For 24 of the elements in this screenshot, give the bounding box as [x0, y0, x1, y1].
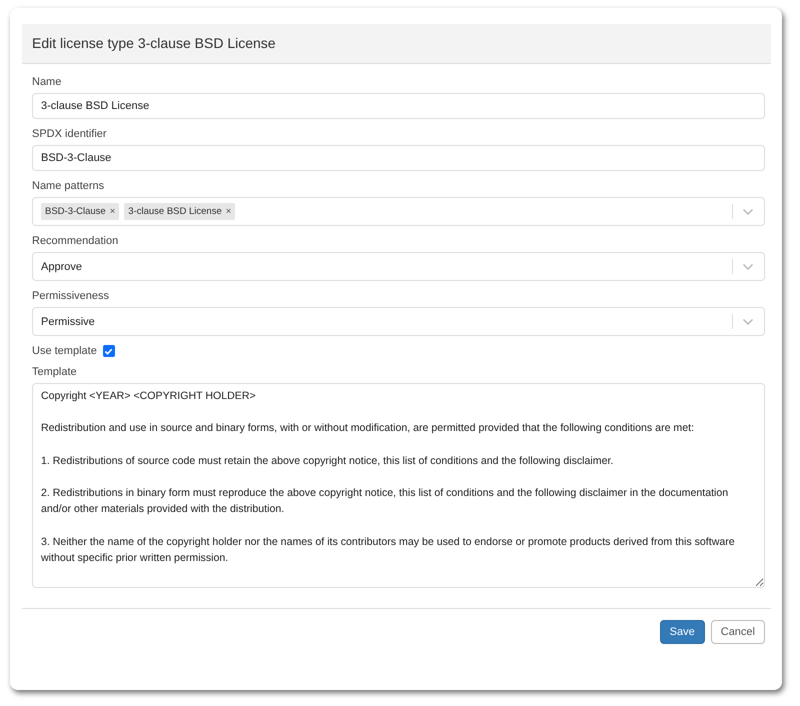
- select-field[interactable]: Permissive: [32, 307, 765, 336]
- save-button[interactable]: Save: [660, 620, 705, 644]
- dialog-title: Edit license type 3-clause BSD License: [32, 35, 276, 51]
- field-label: Permissiveness: [32, 290, 110, 302]
- remove-tag-button[interactable]: ×: [110, 206, 116, 217]
- template-field[interactable]: Copyright <YEAR> <COPYRIGHT HOLDER> Redistribution and use in source and binary forms, with or without modification, are permitted provided that the following conditions are met: 1. Redistributions of source code must retain the above copyright notice, this list of conditions and the following disclaimer. 2. Redistributions in binary form must reproduce the above copyright notice, this list of conditions and the following disclaimer in the documentation and/or other materials provided with the distribution. 3. Neither the name of the copyright holder nor the names of its contributors may be used to endorse or promote products derived from this software without specific prior written permission.: [32, 383, 765, 588]
- text-field[interactable]: BSD-3-Clause: [32, 145, 765, 171]
- checkbox[interactable]: [102, 345, 115, 357]
- chevron-down-icon: [742, 318, 754, 326]
- select-field[interactable]: Approve: [32, 252, 765, 281]
- tag: 3-clause BSD License ×: [124, 203, 236, 220]
- field-label: Name: [32, 76, 62, 88]
- tags-field[interactable]: BSD-3-Clause × 3-clause BSD License ×: [32, 197, 765, 226]
- cancel-button[interactable]: Cancel: [710, 620, 765, 644]
- field-label: Name patterns: [32, 180, 104, 192]
- chevron-down-icon: [742, 208, 754, 216]
- checkbox-label: Use template: [32, 345, 97, 357]
- text-field[interactable]: 3-clause BSD License: [32, 93, 765, 119]
- chevron-down-icon: [742, 262, 754, 270]
- field-label: Recommendation: [32, 235, 118, 247]
- field-label: SPDX identifier: [32, 128, 107, 140]
- tag: BSD-3-Clause ×: [41, 203, 120, 220]
- remove-tag-button[interactable]: ×: [226, 206, 232, 217]
- field-label: Template: [32, 366, 77, 378]
